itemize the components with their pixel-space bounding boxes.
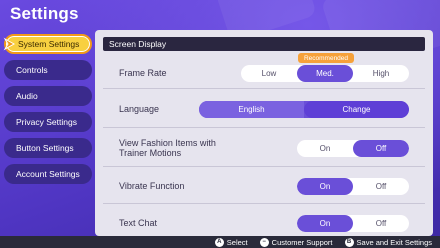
sidebar-item-audio[interactable]: Audio	[4, 86, 92, 106]
settings-panel: Screen Display Frame Rate Low Med. High …	[95, 30, 433, 236]
sidebar-item-label: Button Settings	[16, 143, 74, 153]
save-exit-hint[interactable]: B Save and Exit Settings	[344, 237, 432, 247]
fashion-items-toggle: On Off	[297, 140, 409, 157]
customer-support-label: Customer Support	[271, 237, 333, 247]
frame-rate-low-option[interactable]: Low	[241, 65, 297, 82]
text-chat-on-option[interactable]: On	[297, 215, 353, 232]
minus-button-icon: −	[259, 237, 269, 247]
sidebar-item-account-settings[interactable]: Account Settings	[4, 164, 92, 184]
fashion-items-label-line1: View Fashion Items with	[119, 138, 216, 148]
vibrate-on-option[interactable]: On	[297, 178, 353, 195]
text-chat-label: Text Chat	[119, 218, 158, 228]
language-row: Language English Change	[103, 90, 425, 128]
frame-rate-high-option[interactable]: High	[353, 65, 409, 82]
select-hint: A Select	[214, 237, 248, 247]
sidebar-item-label: System Settings	[18, 39, 80, 49]
text-chat-toggle: On Off	[297, 215, 409, 232]
fashion-items-off-option[interactable]: Off	[353, 140, 409, 157]
fashion-items-on-option[interactable]: On	[297, 140, 353, 157]
frame-rate-selector: Low Med. High	[241, 65, 409, 82]
language-value: English	[199, 101, 304, 118]
frame-rate-label: Frame Rate	[119, 68, 167, 78]
language-change-button[interactable]: Change	[304, 101, 409, 118]
vibrate-row: Vibrate Function On Off	[103, 168, 425, 204]
fashion-items-row: View Fashion Items with Trainer Motions …	[103, 129, 425, 167]
frame-rate-med-option[interactable]: Med.	[297, 65, 353, 82]
select-hint-label: Select	[226, 237, 248, 247]
section-header: Screen Display	[103, 37, 425, 51]
a-button-icon: A	[214, 237, 224, 247]
sidebar-item-controls[interactable]: Controls	[4, 60, 92, 80]
fashion-items-label: View Fashion Items with Trainer Motions	[119, 138, 216, 158]
sidebar-item-button-settings[interactable]: Button Settings	[4, 138, 92, 158]
language-label: Language	[119, 104, 160, 114]
b-button-icon: B	[344, 237, 354, 247]
save-exit-label: Save and Exit Settings	[356, 237, 432, 247]
fashion-items-label-line2: Trainer Motions	[119, 148, 182, 158]
selection-cursor-icon	[3, 37, 16, 51]
recommended-badge: Recommended	[298, 53, 354, 63]
sidebar-item-label: Controls	[16, 65, 48, 75]
text-chat-row: Text Chat On Off	[103, 205, 425, 236]
vibrate-label: Vibrate Function	[119, 181, 185, 191]
customer-support-hint[interactable]: − Customer Support	[259, 237, 333, 247]
language-selector: English Change	[199, 101, 409, 118]
sidebar: System Settings Controls Audio Privacy S…	[3, 34, 92, 190]
text-chat-off-option[interactable]: Off	[353, 215, 409, 232]
footer-hints: A Select − Customer Support B Save and E…	[0, 236, 440, 248]
sidebar-item-privacy-settings[interactable]: Privacy Settings	[4, 112, 92, 132]
sidebar-item-label: Privacy Settings	[16, 117, 77, 127]
page-title: Settings	[10, 4, 79, 23]
sidebar-item-system-settings[interactable]: System Settings	[3, 34, 92, 54]
vibrate-off-option[interactable]: Off	[353, 178, 409, 195]
sidebar-item-label: Audio	[16, 91, 38, 101]
sidebar-item-label: Account Settings	[16, 169, 80, 179]
vibrate-toggle: On Off	[297, 178, 409, 195]
frame-rate-row: Frame Rate Low Med. High	[103, 57, 425, 89]
